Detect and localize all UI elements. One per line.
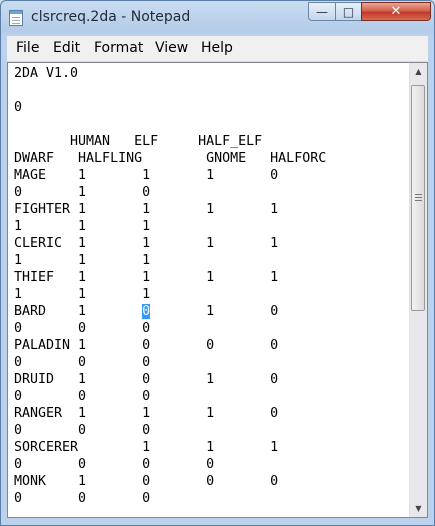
scroll-down-icon[interactable]: ▼	[410, 500, 427, 517]
row-fighter: FIGHTER 1 1 1 1	[14, 202, 279, 217]
window-title: clsrcreq.2da - Notepad	[31, 9, 191, 25]
maximize-button[interactable]: □	[335, 2, 362, 21]
row-mage-cont: 0 1 0	[14, 185, 151, 200]
row-monk: MONK 1 0 0 0	[14, 474, 279, 489]
menu-format[interactable]: Format	[94, 40, 143, 56]
row-fighter-cont: 1 1 1	[14, 219, 151, 234]
menu-help[interactable]: Help	[201, 40, 233, 56]
column-header-line: HUMAN ELF HALF_ELF	[14, 134, 263, 149]
row-bard-cont: 0 0 0	[14, 321, 151, 336]
row-sorcerer-cont: 0 0 0 0	[14, 457, 215, 472]
row-druid: DRUID 1 0 1 0	[14, 372, 279, 387]
title-bar[interactable]: clsrcreq.2da - Notepad — □ ✕	[1, 1, 434, 35]
notepad-window: clsrcreq.2da - Notepad — □ ✕ File Edit F…	[0, 0, 435, 526]
grip-line	[415, 194, 422, 195]
row-thief-cont: 1 1 1	[14, 287, 151, 302]
menu-file[interactable]: File	[16, 40, 39, 56]
scrollbar-thumb[interactable]	[411, 85, 425, 311]
close-button[interactable]: ✕	[361, 2, 431, 21]
menu-view[interactable]: View	[155, 40, 188, 56]
row-cleric: CLERIC 1 1 1 1	[14, 236, 279, 251]
vertical-scrollbar[interactable]: ▲ ▼	[409, 63, 427, 517]
row-bard-end: 1 0	[150, 304, 279, 319]
row-paladin-cont: 0 0 0	[14, 355, 151, 370]
row-monk-cont: 0 0 0	[14, 491, 151, 506]
document-text[interactable]: 2DA V1.0 0 HUMAN ELF HALF_ELF DWARF HALF…	[14, 65, 326, 507]
notepad-icon	[9, 10, 23, 26]
text-line: 0	[14, 100, 23, 115]
row-bard-start: BARD 1	[14, 304, 143, 319]
scroll-up-icon[interactable]: ▲	[410, 63, 427, 80]
menu-edit[interactable]: Edit	[53, 40, 80, 56]
row-mage: MAGE 1 1 1 0	[14, 168, 279, 183]
text-selection[interactable]: 0	[142, 304, 151, 319]
grip-line	[415, 200, 422, 201]
row-cleric-cont: 1 1 1	[14, 253, 151, 268]
row-paladin: PALADIN 1 0 0 0	[14, 338, 279, 353]
row-ranger: RANGER 1 1 1 0	[14, 406, 279, 421]
text-line: 2DA V1.0	[14, 66, 79, 81]
grip-line	[415, 197, 422, 198]
row-druid-cont: 0 0 0	[14, 389, 151, 404]
column-header-line: DWARF HALFLING GNOME HALFORC	[14, 151, 327, 166]
row-ranger-cont: 0 0 0	[14, 423, 151, 438]
row-thief: THIEF 1 1 1 1	[14, 270, 279, 285]
minimize-button[interactable]: —	[308, 2, 336, 21]
menu-bar: File Edit Format View Help	[7, 36, 428, 62]
text-editor[interactable]: 2DA V1.0 0 HUMAN ELF HALF_ELF DWARF HALF…	[7, 62, 428, 518]
row-bard: BARD 1 0 1 0	[14, 304, 278, 319]
row-sorcerer: SORCERER 1 1 1	[14, 440, 279, 455]
